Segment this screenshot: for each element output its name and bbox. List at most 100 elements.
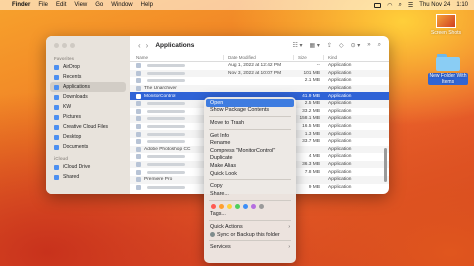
document-icon (54, 144, 59, 150)
menu-item-show-package-contents[interactable]: Show Package Contents (206, 107, 294, 115)
blurred-name (147, 170, 185, 174)
tag-color-dot[interactable] (219, 204, 224, 210)
menu-go[interactable]: Go (95, 2, 103, 8)
tag-color-dot[interactable] (243, 204, 248, 210)
share-icon[interactable]: ⇪ (327, 42, 332, 49)
app-icon (136, 131, 141, 137)
menu-item-duplicate[interactable]: Duplicate (206, 155, 294, 163)
cell-kind: Application (328, 78, 352, 84)
sidebar-item-label: AirDrop (63, 64, 80, 70)
sidebar: Favorites AirDrop Recents Applications D… (46, 36, 130, 194)
tag-color-dot[interactable] (259, 204, 264, 210)
view-options-icon[interactable]: ☷ ▾ (292, 42, 302, 49)
sidebar-item-applications[interactable]: Applications (50, 82, 126, 92)
cell-kind: Application (328, 93, 352, 99)
home-icon (54, 104, 59, 110)
menu-item-quick-actions[interactable]: Quick Actions › (206, 223, 294, 231)
menu-separator (209, 116, 291, 118)
wifi-icon[interactable]: ◠ (387, 2, 392, 9)
sidebar-item-pictures[interactable]: Pictures (46, 112, 130, 122)
menu-item-quick-look[interactable]: Quick Look (206, 170, 294, 178)
cloud-icon (54, 164, 59, 170)
column-date-modified[interactable]: Date Modified (224, 55, 294, 60)
menu-item-share[interactable]: Share... (206, 190, 294, 198)
table-row[interactable]: The Unarchiver Application (130, 84, 389, 93)
menu-item-copy[interactable]: Copy (206, 182, 294, 190)
sidebar-item-airdrop[interactable]: AirDrop (46, 62, 130, 72)
blurred-name (147, 71, 185, 75)
app-icon (136, 116, 141, 122)
sidebar-item-kw[interactable]: KW (46, 102, 130, 112)
minimize-button[interactable] (62, 43, 67, 48)
menu-item-tags[interactable]: Tags... (206, 211, 294, 219)
menu-item-label: Open (210, 99, 224, 106)
menu-item-rename[interactable]: Rename (206, 139, 294, 147)
menu-file[interactable]: File (38, 2, 48, 8)
sidebar-item-documents[interactable]: Documents (46, 142, 130, 152)
menu-separator (209, 179, 291, 181)
menu-separator (209, 240, 291, 242)
battery-icon[interactable] (374, 2, 382, 8)
close-button[interactable] (54, 43, 59, 48)
cell-kind: Application (328, 139, 352, 145)
desktop-item-screenshots[interactable]: Screen Shots (426, 14, 466, 36)
menu-help[interactable]: Help (141, 2, 153, 8)
search-icon[interactable]: ⌕ (378, 42, 381, 49)
menu-item-label: Copy (210, 183, 223, 190)
cell-date: Nov 3, 2022 at 10:07 PM (228, 70, 282, 76)
menu-item-open[interactable]: Open (206, 99, 294, 107)
sidebar-item-creative-cloud[interactable]: Creative Cloud Files (46, 122, 130, 132)
menu-item-make-alias[interactable]: Make Alias (206, 162, 294, 170)
menu-item-label: Make Alias (210, 162, 237, 169)
menu-finder[interactable]: Finder (12, 2, 30, 8)
clock-icon (54, 74, 59, 80)
menu-item-label: Move to Trash (210, 119, 245, 126)
chevron-right-icon[interactable]: » (367, 42, 370, 49)
sidebar-item-recents[interactable]: Recents (46, 72, 130, 82)
sidebar-item-icloud-drive[interactable]: iCloud Drive (46, 162, 130, 172)
cell-size: 16.5 MB (302, 124, 320, 130)
back-icon[interactable]: ‹ (138, 41, 141, 50)
tag-color-dot[interactable] (235, 204, 240, 210)
sidebar-item-label: Creative Cloud Files (63, 124, 109, 130)
menubar-date[interactable]: Thu Nov 24 (419, 2, 450, 8)
tag-color-dot[interactable] (251, 204, 256, 210)
sidebar-item-desktop[interactable]: Desktop (46, 132, 130, 142)
menu-view[interactable]: View (74, 2, 87, 8)
tag-icon[interactable]: ◇ (339, 42, 344, 49)
menu-edit[interactable]: Edit (56, 2, 66, 8)
menu-item-move-to-trash[interactable]: Move to Trash (206, 119, 294, 127)
tag-color-dot[interactable] (211, 204, 216, 210)
control-center-icon[interactable]: ☰ (408, 2, 413, 9)
tag-color-dot[interactable] (227, 204, 232, 210)
column-kind[interactable]: Kind (324, 55, 337, 60)
applications-icon (54, 84, 59, 90)
zoom-button[interactable] (70, 43, 75, 48)
menu-item-services[interactable]: Services › (206, 243, 294, 251)
menu-item-get-info[interactable]: Get Info (206, 132, 294, 140)
scrollbar[interactable] (384, 148, 387, 182)
table-row[interactable]: 2.1 MB Application (130, 77, 389, 85)
table-row[interactable]: Aug 1, 2022 at 12:42 PM -- Application (130, 62, 389, 70)
sidebar-item-shared[interactable]: Shared (46, 172, 130, 182)
menu-item-sync-or-backup-this-folder[interactable]: Sync or Backup this folder (206, 231, 294, 239)
menu-window[interactable]: Window (111, 2, 132, 8)
forward-icon[interactable]: › (146, 41, 149, 50)
cell-kind: Application (328, 70, 352, 76)
cell-size: 33.7 MB (302, 139, 320, 145)
sidebar-item-downloads[interactable]: Downloads (46, 92, 130, 102)
column-size[interactable]: Size (294, 55, 324, 60)
menu-separator (209, 199, 291, 201)
file-name: The Unarchiver (144, 86, 177, 92)
table-row[interactable]: Nov 3, 2022 at 10:07 PM 101 MB Application (130, 69, 389, 78)
blurred-name (147, 155, 185, 159)
group-icon[interactable]: ▦ ▾ (310, 42, 320, 49)
search-icon[interactable]: ⌕ (399, 2, 402, 9)
cell-kind: Application (328, 63, 352, 69)
menu-item-compress-monitorcontrol[interactable]: Compress "MonitorControl" (206, 147, 294, 155)
desktop-item-new-folder[interactable]: New Folder With Items (428, 54, 468, 85)
action-icon[interactable]: ⊙ ▾ (351, 42, 361, 49)
menubar-time[interactable]: 1:10 (456, 2, 468, 8)
column-name[interactable]: Name (130, 55, 224, 60)
cell-kind: Application (328, 116, 352, 122)
